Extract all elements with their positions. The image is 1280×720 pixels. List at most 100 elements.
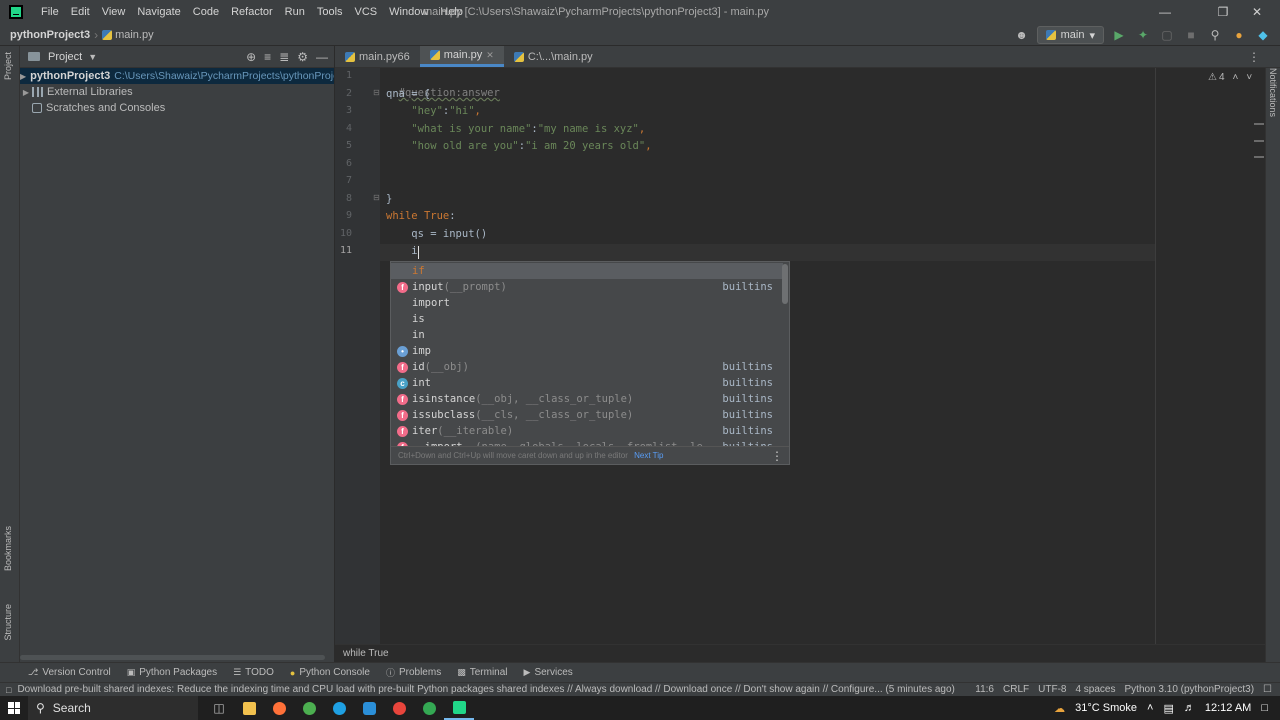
completion-item[interactable]: • imp bbox=[391, 343, 783, 359]
completion-item[interactable]: f id (__obj) builtins bbox=[391, 359, 783, 375]
completion-item[interactable]: f iter (__iterable) builtins bbox=[391, 423, 783, 439]
menu-vcs[interactable]: VCS bbox=[349, 0, 384, 24]
gear-icon[interactable]: ⚙ bbox=[297, 50, 308, 64]
menu-tools[interactable]: Tools bbox=[311, 0, 349, 24]
next-tip-link[interactable]: Next Tip bbox=[634, 451, 663, 460]
breadcrumb-file[interactable]: main.py bbox=[102, 29, 154, 41]
tree-item-project-root[interactable]: ▶ pythonProject3 C:\Users\Shawaiz\Pychar… bbox=[20, 68, 334, 84]
firefox-icon[interactable] bbox=[264, 696, 294, 720]
scroll-marker[interactable] bbox=[1254, 156, 1264, 158]
tool-todo[interactable]: ☰ TODO bbox=[225, 667, 282, 678]
tab-main-py66[interactable]: main.py66 bbox=[335, 46, 420, 67]
jetbrains-icon[interactable]: ◆ bbox=[1254, 26, 1272, 44]
pycharm-taskbar-icon[interactable] bbox=[444, 696, 474, 720]
minimize-icon[interactable]: — bbox=[1142, 0, 1188, 24]
menu-refactor[interactable]: Refactor bbox=[225, 0, 279, 24]
tool-services[interactable]: ▶ Services bbox=[516, 667, 581, 678]
menu-view[interactable]: View bbox=[96, 0, 132, 24]
chrome-icon[interactable] bbox=[294, 696, 324, 720]
close-tab-icon[interactable]: ✕ bbox=[486, 50, 494, 61]
coverage-icon[interactable]: ▢ bbox=[1158, 26, 1176, 44]
services-icon: ▶ bbox=[523, 667, 531, 677]
python-interpreter[interactable]: Python 3.10 (pythonProject3) bbox=[1125, 683, 1255, 697]
completion-item[interactable]: in bbox=[391, 327, 783, 343]
file-encoding[interactable]: UTF-8 bbox=[1038, 683, 1066, 697]
network-icon[interactable]: ▤ bbox=[1163, 702, 1173, 715]
task-view-icon[interactable]: ◫ bbox=[204, 696, 234, 720]
menu-file[interactable]: File bbox=[35, 0, 65, 24]
completion-scrollbar[interactable] bbox=[782, 264, 788, 304]
caret-position[interactable]: 11:6 bbox=[975, 683, 994, 697]
structure-tool-label[interactable]: Structure bbox=[3, 604, 13, 641]
menu-run[interactable]: Run bbox=[279, 0, 311, 24]
file-explorer-icon[interactable] bbox=[234, 696, 264, 720]
collapse-all-icon[interactable]: ≣ bbox=[279, 50, 289, 64]
volume-icon[interactable]: ♬ bbox=[1184, 702, 1195, 714]
stop-icon[interactable]: ■ bbox=[1182, 26, 1200, 44]
status-message[interactable]: Download pre-built shared indexes: Reduc… bbox=[17, 684, 954, 695]
chrome-icon[interactable] bbox=[414, 696, 444, 720]
tool-version-control[interactable]: ⎇ Version Control bbox=[20, 667, 119, 678]
fold-icon[interactable]: ⊟ bbox=[373, 193, 380, 202]
completion-item[interactable]: f isinstance (__obj, __class_or_tuple) b… bbox=[391, 391, 783, 407]
menu-edit[interactable]: Edit bbox=[65, 0, 96, 24]
chevron-up-icon[interactable]: ˄ bbox=[1233, 72, 1239, 83]
clock[interactable]: 12:12 AM bbox=[1205, 702, 1251, 714]
chevron-down-icon[interactable]: ˅ bbox=[1246, 72, 1252, 83]
start-button[interactable] bbox=[0, 696, 28, 720]
project-panel-title[interactable]: Project bbox=[48, 51, 82, 63]
chrome-icon[interactable] bbox=[384, 696, 414, 720]
editor-breadcrumb[interactable]: while True bbox=[335, 644, 1265, 662]
fold-icon[interactable]: ⊟ bbox=[373, 88, 380, 97]
lock-icon[interactable]: ☐ bbox=[1263, 683, 1272, 697]
completion-item[interactable]: if bbox=[391, 263, 783, 279]
menu-code[interactable]: Code bbox=[187, 0, 225, 24]
chevron-up-icon[interactable]: ˄ bbox=[1147, 702, 1153, 714]
menu-navigate[interactable]: Navigate bbox=[131, 0, 186, 24]
completion-item[interactable]: c int builtins bbox=[391, 375, 783, 391]
scroll-marker[interactable] bbox=[1254, 123, 1264, 125]
close-icon[interactable]: ✕ bbox=[1234, 0, 1280, 24]
notification-icon[interactable]: □ bbox=[6, 685, 11, 695]
completion-item[interactable]: f input (__prompt) builtins bbox=[391, 279, 783, 295]
locate-icon[interactable]: ⊕ bbox=[246, 50, 256, 64]
more-options-icon[interactable]: ⋮ bbox=[771, 447, 783, 464]
update-icon[interactable]: ● bbox=[1230, 26, 1248, 44]
tool-problems[interactable]: ⓘ Problems bbox=[378, 666, 449, 679]
vscode-icon[interactable] bbox=[354, 696, 384, 720]
chevron-right-icon[interactable]: ▶ bbox=[20, 72, 26, 81]
run-icon[interactable]: ▶ bbox=[1110, 26, 1128, 44]
tool-python-packages[interactable]: ▣ Python Packages bbox=[119, 667, 225, 678]
chevron-down-icon[interactable]: ▼ bbox=[88, 52, 97, 62]
edge-icon[interactable] bbox=[324, 696, 354, 720]
taskbar-search[interactable]: ⚲ Search bbox=[28, 696, 198, 720]
user-icon[interactable]: ☻ bbox=[1013, 26, 1031, 44]
project-horizontal-scrollbar[interactable] bbox=[20, 655, 325, 660]
inspection-widget[interactable]: ⚠ 4 ˄ ˅ bbox=[1208, 72, 1252, 83]
completion-item[interactable]: is bbox=[391, 311, 783, 327]
weather-text[interactable]: 31°C Smoke bbox=[1075, 702, 1137, 714]
completion-item[interactable]: import bbox=[391, 295, 783, 311]
scroll-marker[interactable] bbox=[1254, 140, 1264, 142]
hide-icon[interactable]: — bbox=[316, 50, 328, 64]
debug-icon[interactable]: ✦ bbox=[1134, 26, 1152, 44]
notification-center-icon[interactable]: □ bbox=[1261, 702, 1268, 714]
notifications-tool-label[interactable]: Notifications bbox=[1268, 68, 1278, 117]
search-icon[interactable]: ⚲ bbox=[1206, 26, 1224, 44]
chevron-right-icon[interactable]: ▶ bbox=[20, 88, 32, 97]
tree-item-scratches[interactable]: Scratches and Consoles bbox=[20, 100, 334, 116]
bookmarks-tool-label[interactable]: Bookmarks bbox=[3, 526, 13, 571]
tab-external-main-py[interactable]: C:\...\main.py bbox=[504, 46, 603, 67]
completion-item[interactable]: f issubclass (__cls, __class_or_tuple) b… bbox=[391, 407, 783, 423]
expand-all-icon[interactable]: ≡ bbox=[264, 50, 271, 64]
more-tabs-icon[interactable]: ⋮ bbox=[1248, 46, 1260, 68]
project-tool-label[interactable]: Project bbox=[3, 52, 13, 80]
line-separator[interactable]: CRLF bbox=[1003, 683, 1029, 697]
indent-setting[interactable]: 4 spaces bbox=[1075, 683, 1115, 697]
tree-item-external-libraries[interactable]: ▶ External Libraries bbox=[20, 84, 334, 100]
tool-python-console[interactable]: ● Python Console bbox=[282, 667, 378, 678]
tool-terminal[interactable]: ▩ Terminal bbox=[449, 667, 515, 678]
breadcrumb-project[interactable]: pythonProject3 bbox=[10, 29, 90, 41]
tab-main-py[interactable]: main.py ✕ bbox=[419, 46, 504, 67]
run-config-selector[interactable]: main ▾ bbox=[1036, 26, 1104, 44]
